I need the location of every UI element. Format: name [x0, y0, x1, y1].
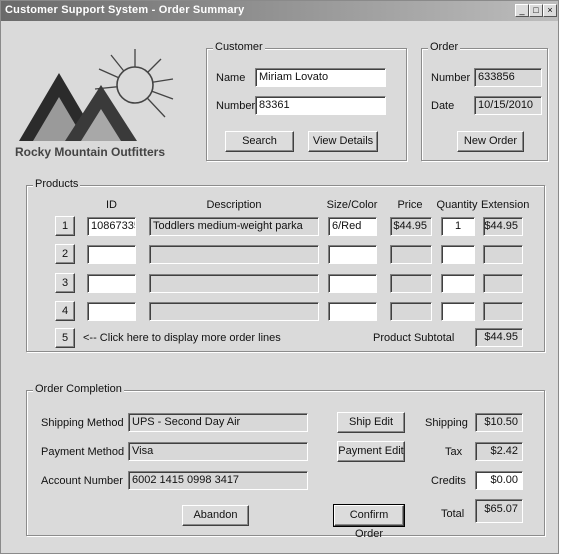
shipping-method-field: UPS - Second Day Air — [128, 413, 308, 432]
mountain-sun-icon — [19, 49, 174, 141]
products-group-title: Products — [33, 178, 81, 190]
product-extension-field: $44.95 — [483, 217, 523, 236]
order-summary-window: Customer Support System - Order Summary … — [0, 0, 559, 554]
product-subtotal-field: $44.95 — [475, 328, 523, 347]
credits-label: Credits — [431, 475, 466, 487]
column-header-size-color: Size/Color — [326, 199, 378, 211]
company-name: Rocky Mountain Outfitters — [15, 145, 166, 159]
confirm-order-button[interactable]: Confirm Order — [333, 504, 405, 540]
abandon-button[interactable]: Abandon — [182, 505, 249, 526]
customer-name-field[interactable]: Miriam Lovato — [255, 68, 386, 87]
maximize-icon[interactable]: □ — [529, 4, 543, 17]
search-button[interactable]: Search — [225, 131, 294, 152]
column-header-id: ID — [106, 199, 117, 211]
column-header-extension: Extension — [481, 199, 530, 211]
account-number-field: 6002 1415 0998 3417 — [128, 471, 308, 490]
line-2-button[interactable]: 2 — [55, 244, 75, 264]
product-price-field — [390, 274, 432, 293]
total-field: $65.07 — [475, 499, 523, 523]
shipping-method-label: Shipping Method — [41, 417, 124, 429]
order-date-field: 10/15/2010 — [474, 96, 542, 115]
account-number-label: Account Number — [41, 475, 123, 487]
column-header-price: Price — [397, 199, 423, 211]
customer-number-label: Number — [216, 100, 256, 112]
window-title: Customer Support System - Order Summary — [5, 4, 245, 16]
payment-method-field: Visa — [128, 442, 308, 461]
view-details-button[interactable]: View Details — [308, 131, 378, 152]
product-size-color-field[interactable] — [328, 245, 377, 264]
order-number-field: 633856 — [474, 68, 542, 87]
product-description-field — [149, 302, 319, 321]
line-1-button[interactable]: 1 — [55, 216, 75, 236]
shipping-cost-field: $10.50 — [475, 413, 523, 432]
product-id-field[interactable] — [87, 302, 136, 321]
payment-method-label: Payment Method — [41, 446, 125, 458]
payment-edit-button[interactable]: Payment Edit — [337, 441, 405, 462]
ship-edit-button[interactable]: Ship Edit — [337, 412, 405, 433]
product-description-field — [149, 245, 319, 264]
product-size-color-field[interactable]: 6/Red — [328, 217, 377, 236]
product-id-field[interactable] — [87, 274, 136, 293]
line-3-button[interactable]: 3 — [55, 273, 75, 293]
product-description-field — [149, 274, 319, 293]
tax-field: $2.42 — [475, 442, 523, 461]
new-order-button[interactable]: New Order — [457, 131, 524, 152]
more-lines-hint: <-- Click here to display more order lin… — [83, 332, 281, 344]
company-logo: Rocky Mountain Outfitters — [15, 45, 195, 163]
credits-field[interactable]: $0.00 — [475, 471, 523, 490]
product-description-field: Toddlers medium-weight parka — [149, 217, 319, 236]
product-size-color-field[interactable] — [328, 302, 377, 321]
order-completion-group-title: Order Completion — [33, 383, 124, 395]
product-extension-field — [483, 274, 523, 293]
order-group-title: Order — [428, 41, 461, 53]
product-price-field: $44.95 — [390, 217, 432, 236]
product-price-field — [390, 302, 432, 321]
product-id-field[interactable]: 10867335 — [87, 217, 136, 236]
order-completion-group: Order Completion — [26, 383, 545, 536]
product-quantity-field[interactable] — [441, 245, 475, 264]
column-header-quantity: Quantity — [436, 199, 478, 211]
product-extension-field — [483, 245, 523, 264]
close-icon[interactable]: × — [543, 4, 557, 17]
order-date-label: Date — [431, 100, 455, 112]
product-size-color-field[interactable] — [328, 274, 377, 293]
product-price-field — [390, 245, 432, 264]
customer-name-label: Name — [216, 72, 246, 84]
title-bar[interactable]: Customer Support System - Order Summary … — [1, 1, 558, 21]
line-4-button[interactable]: 4 — [55, 301, 75, 321]
minimize-icon[interactable]: _ — [515, 4, 529, 17]
product-id-field[interactable] — [87, 245, 136, 264]
column-header-description: Description — [206, 199, 262, 211]
order-number-label: Number — [431, 72, 471, 84]
customer-number-field[interactable]: 83361 — [255, 96, 386, 115]
total-label: Total — [441, 508, 465, 520]
product-extension-field — [483, 302, 523, 321]
customer-group-title: Customer — [213, 41, 265, 53]
shipping-cost-label: Shipping — [425, 417, 468, 429]
product-subtotal-label: Product Subtotal — [373, 332, 455, 344]
product-quantity-field[interactable] — [441, 302, 475, 321]
tax-label: Tax — [445, 446, 463, 458]
product-quantity-field[interactable] — [441, 274, 475, 293]
more-lines-button[interactable]: 5 — [55, 328, 75, 348]
product-quantity-field[interactable]: 1 — [441, 217, 475, 236]
